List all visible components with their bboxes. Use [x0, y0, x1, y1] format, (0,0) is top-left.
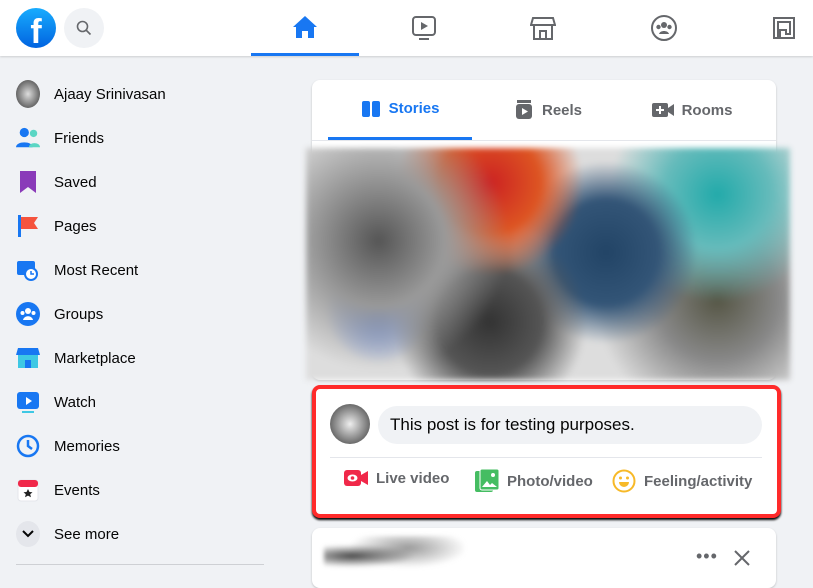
- tab-label: Rooms: [681, 101, 733, 119]
- events-icon: [16, 478, 40, 502]
- friends-icon: [16, 126, 40, 150]
- sidebar-item-see-more[interactable]: See more: [16, 516, 119, 552]
- sidebar-item-memories[interactable]: Memories: [16, 428, 120, 464]
- sidebar-item-most-recent[interactable]: Most Recent: [16, 252, 138, 288]
- home-icon: [293, 15, 317, 38]
- sidebar-item-label: Marketplace: [54, 349, 136, 367]
- sidebar-item-ajaay-srinivasan[interactable]: Ajaay Srinivasan: [16, 76, 166, 112]
- sidebar-item-label: See more: [54, 525, 120, 543]
- post-composer: This post is for testing purposes. Live …: [312, 385, 781, 518]
- more-options-icon[interactable]: •••: [696, 546, 718, 567]
- avatar: [16, 80, 40, 108]
- sidebar-item-label: Events: [54, 481, 100, 499]
- post-author-blurred: [324, 536, 464, 576]
- composer-input[interactable]: This post is for testing purposes.: [378, 406, 762, 444]
- nav-groups[interactable]: [610, 0, 718, 56]
- feed-post: •••: [312, 528, 776, 588]
- stories-tray-blurred[interactable]: [306, 148, 790, 380]
- nav-marketplace[interactable]: [489, 0, 597, 56]
- rooms-icon: [651, 103, 674, 117]
- nav-home[interactable]: [251, 0, 359, 56]
- top-bar: f: [0, 0, 813, 56]
- sidebar-item-label: Friends: [54, 129, 105, 147]
- feeling-icon: [612, 469, 636, 493]
- search-icon: [76, 20, 92, 36]
- sidebar-item-label: Most Recent: [54, 261, 139, 279]
- most-recent-icon: [16, 258, 40, 282]
- feeling-activity-button[interactable]: Feeling/activity: [612, 469, 752, 493]
- marketplace-icon: [530, 17, 556, 40]
- groups-icon: [16, 302, 40, 326]
- sidebar-divider: [16, 564, 264, 565]
- sidebar-item-label: Watch: [54, 393, 96, 411]
- watch-icon: [412, 16, 436, 40]
- memories-icon: [16, 434, 40, 458]
- groups-icon: [651, 15, 677, 41]
- sidebar-item-marketplace[interactable]: Marketplace: [16, 340, 136, 376]
- gaming-icon: [773, 17, 795, 39]
- photo-video-button[interactable]: Photo/video: [475, 469, 593, 493]
- sidebar-item-label: Groups: [54, 305, 104, 323]
- chevron-down-icon: [16, 521, 40, 547]
- pages-icon: [16, 214, 40, 238]
- sidebar-item-watch[interactable]: Watch: [16, 384, 96, 420]
- tab-label: Stories: [388, 100, 440, 117]
- stories-icon: [361, 100, 380, 117]
- saved-icon: [16, 170, 40, 194]
- sidebar-item-friends[interactable]: Friends: [16, 120, 104, 156]
- tab-stories[interactable]: Stories: [328, 80, 472, 140]
- photo-icon: [475, 469, 499, 492]
- nav-gaming[interactable]: [730, 0, 813, 56]
- live-video-button[interactable]: Live video: [344, 469, 449, 487]
- sidebar-item-label: Saved: [54, 173, 97, 191]
- action-label: Photo/video: [507, 472, 593, 490]
- sidebar-item-saved[interactable]: Saved: [16, 164, 97, 200]
- avatar[interactable]: [330, 404, 370, 444]
- marketplace-icon: [16, 346, 40, 370]
- sidebar-item-events[interactable]: Events: [16, 472, 100, 508]
- close-icon[interactable]: [734, 550, 750, 566]
- live-video-icon: [344, 470, 368, 486]
- reels-icon: [515, 100, 532, 119]
- watch-icon: [16, 390, 40, 414]
- sidebar-item-pages[interactable]: Pages: [16, 208, 97, 244]
- sidebar-item-label: Memories: [54, 437, 120, 455]
- search-button[interactable]: [64, 8, 104, 48]
- action-label: Feeling/activity: [644, 472, 753, 490]
- sidebar-item-label: Pages: [54, 217, 97, 235]
- tab-label: Reels: [541, 101, 583, 119]
- nav-watch[interactable]: [370, 0, 478, 56]
- sidebar-item-label: Ajaay Srinivasan: [54, 85, 166, 103]
- tab-rooms[interactable]: Rooms: [624, 80, 760, 140]
- sidebar-item-groups[interactable]: Groups: [16, 296, 103, 332]
- action-label: Live video: [376, 469, 450, 487]
- tab-reels[interactable]: Reels: [472, 80, 624, 140]
- facebook-logo[interactable]: f: [16, 8, 56, 48]
